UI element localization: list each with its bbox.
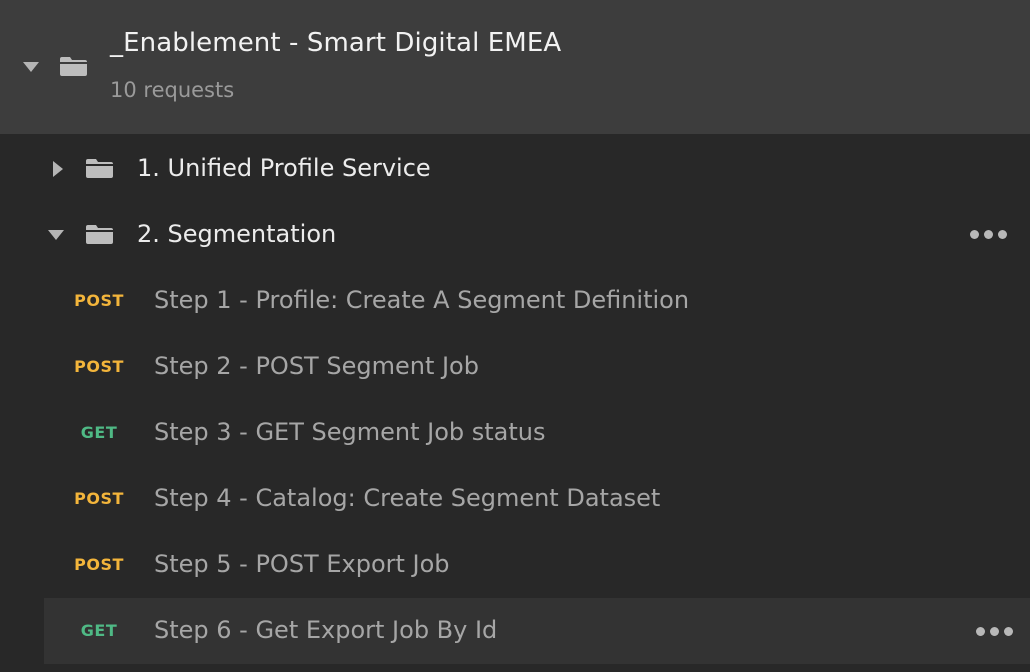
request-label: Step 2 - POST Segment Job <box>154 352 479 380</box>
folder-item-unified-profile-service[interactable]: 1. Unified Profile Service <box>0 136 1030 202</box>
request-label: Step 5 - POST Export Job <box>154 550 450 578</box>
collection-request-count: 10 requests <box>110 78 235 102</box>
collection-header[interactable]: _Enablement - Smart Digital EMEA 10 requ… <box>0 0 1030 134</box>
folder-label: 1. Unified Profile Service <box>137 154 431 182</box>
request-item-step-3[interactable]: GET Step 3 - GET Segment Job status <box>44 400 1030 466</box>
method-badge-post: POST <box>74 291 124 310</box>
more-options-icon[interactable] <box>976 624 1016 638</box>
request-item-step-6[interactable]: GET Step 6 - Get Export Job By Id <box>44 598 1030 664</box>
request-item-step-1[interactable]: POST Step 1 - Profile: Create A Segment … <box>44 268 1030 334</box>
folder-label: 2. Segmentation <box>137 220 337 248</box>
folder-item-segmentation[interactable]: 2. Segmentation <box>0 202 1030 268</box>
collections-sidebar: _Enablement - Smart Digital EMEA 10 requ… <box>0 0 1030 672</box>
folder-icon <box>86 159 113 178</box>
request-label: Step 4 - Catalog: Create Segment Dataset <box>154 484 661 512</box>
request-label: Step 1 - Profile: Create A Segment Defin… <box>154 286 690 314</box>
more-options-icon[interactable] <box>970 227 1010 241</box>
method-badge-get: GET <box>80 621 118 640</box>
request-item-step-4[interactable]: POST Step 4 - Catalog: Create Segment Da… <box>44 466 1030 532</box>
request-label: Step 3 - GET Segment Job status <box>154 418 546 446</box>
caret-right-icon[interactable] <box>53 161 63 177</box>
method-badge-get: GET <box>80 423 118 442</box>
method-badge-post: POST <box>74 489 124 508</box>
folder-icon <box>60 57 87 76</box>
folder-icon <box>86 225 113 244</box>
request-label: Step 6 - Get Export Job By Id <box>154 616 498 644</box>
request-item-step-5[interactable]: POST Step 5 - POST Export Job <box>44 532 1030 598</box>
caret-down-icon[interactable] <box>23 62 39 72</box>
method-badge-post: POST <box>74 357 124 376</box>
request-item-step-2[interactable]: POST Step 2 - POST Segment Job <box>44 334 1030 400</box>
collection-title[interactable]: _Enablement - Smart Digital EMEA <box>110 28 561 58</box>
method-badge-post: POST <box>74 555 124 574</box>
caret-down-icon[interactable] <box>48 230 64 240</box>
